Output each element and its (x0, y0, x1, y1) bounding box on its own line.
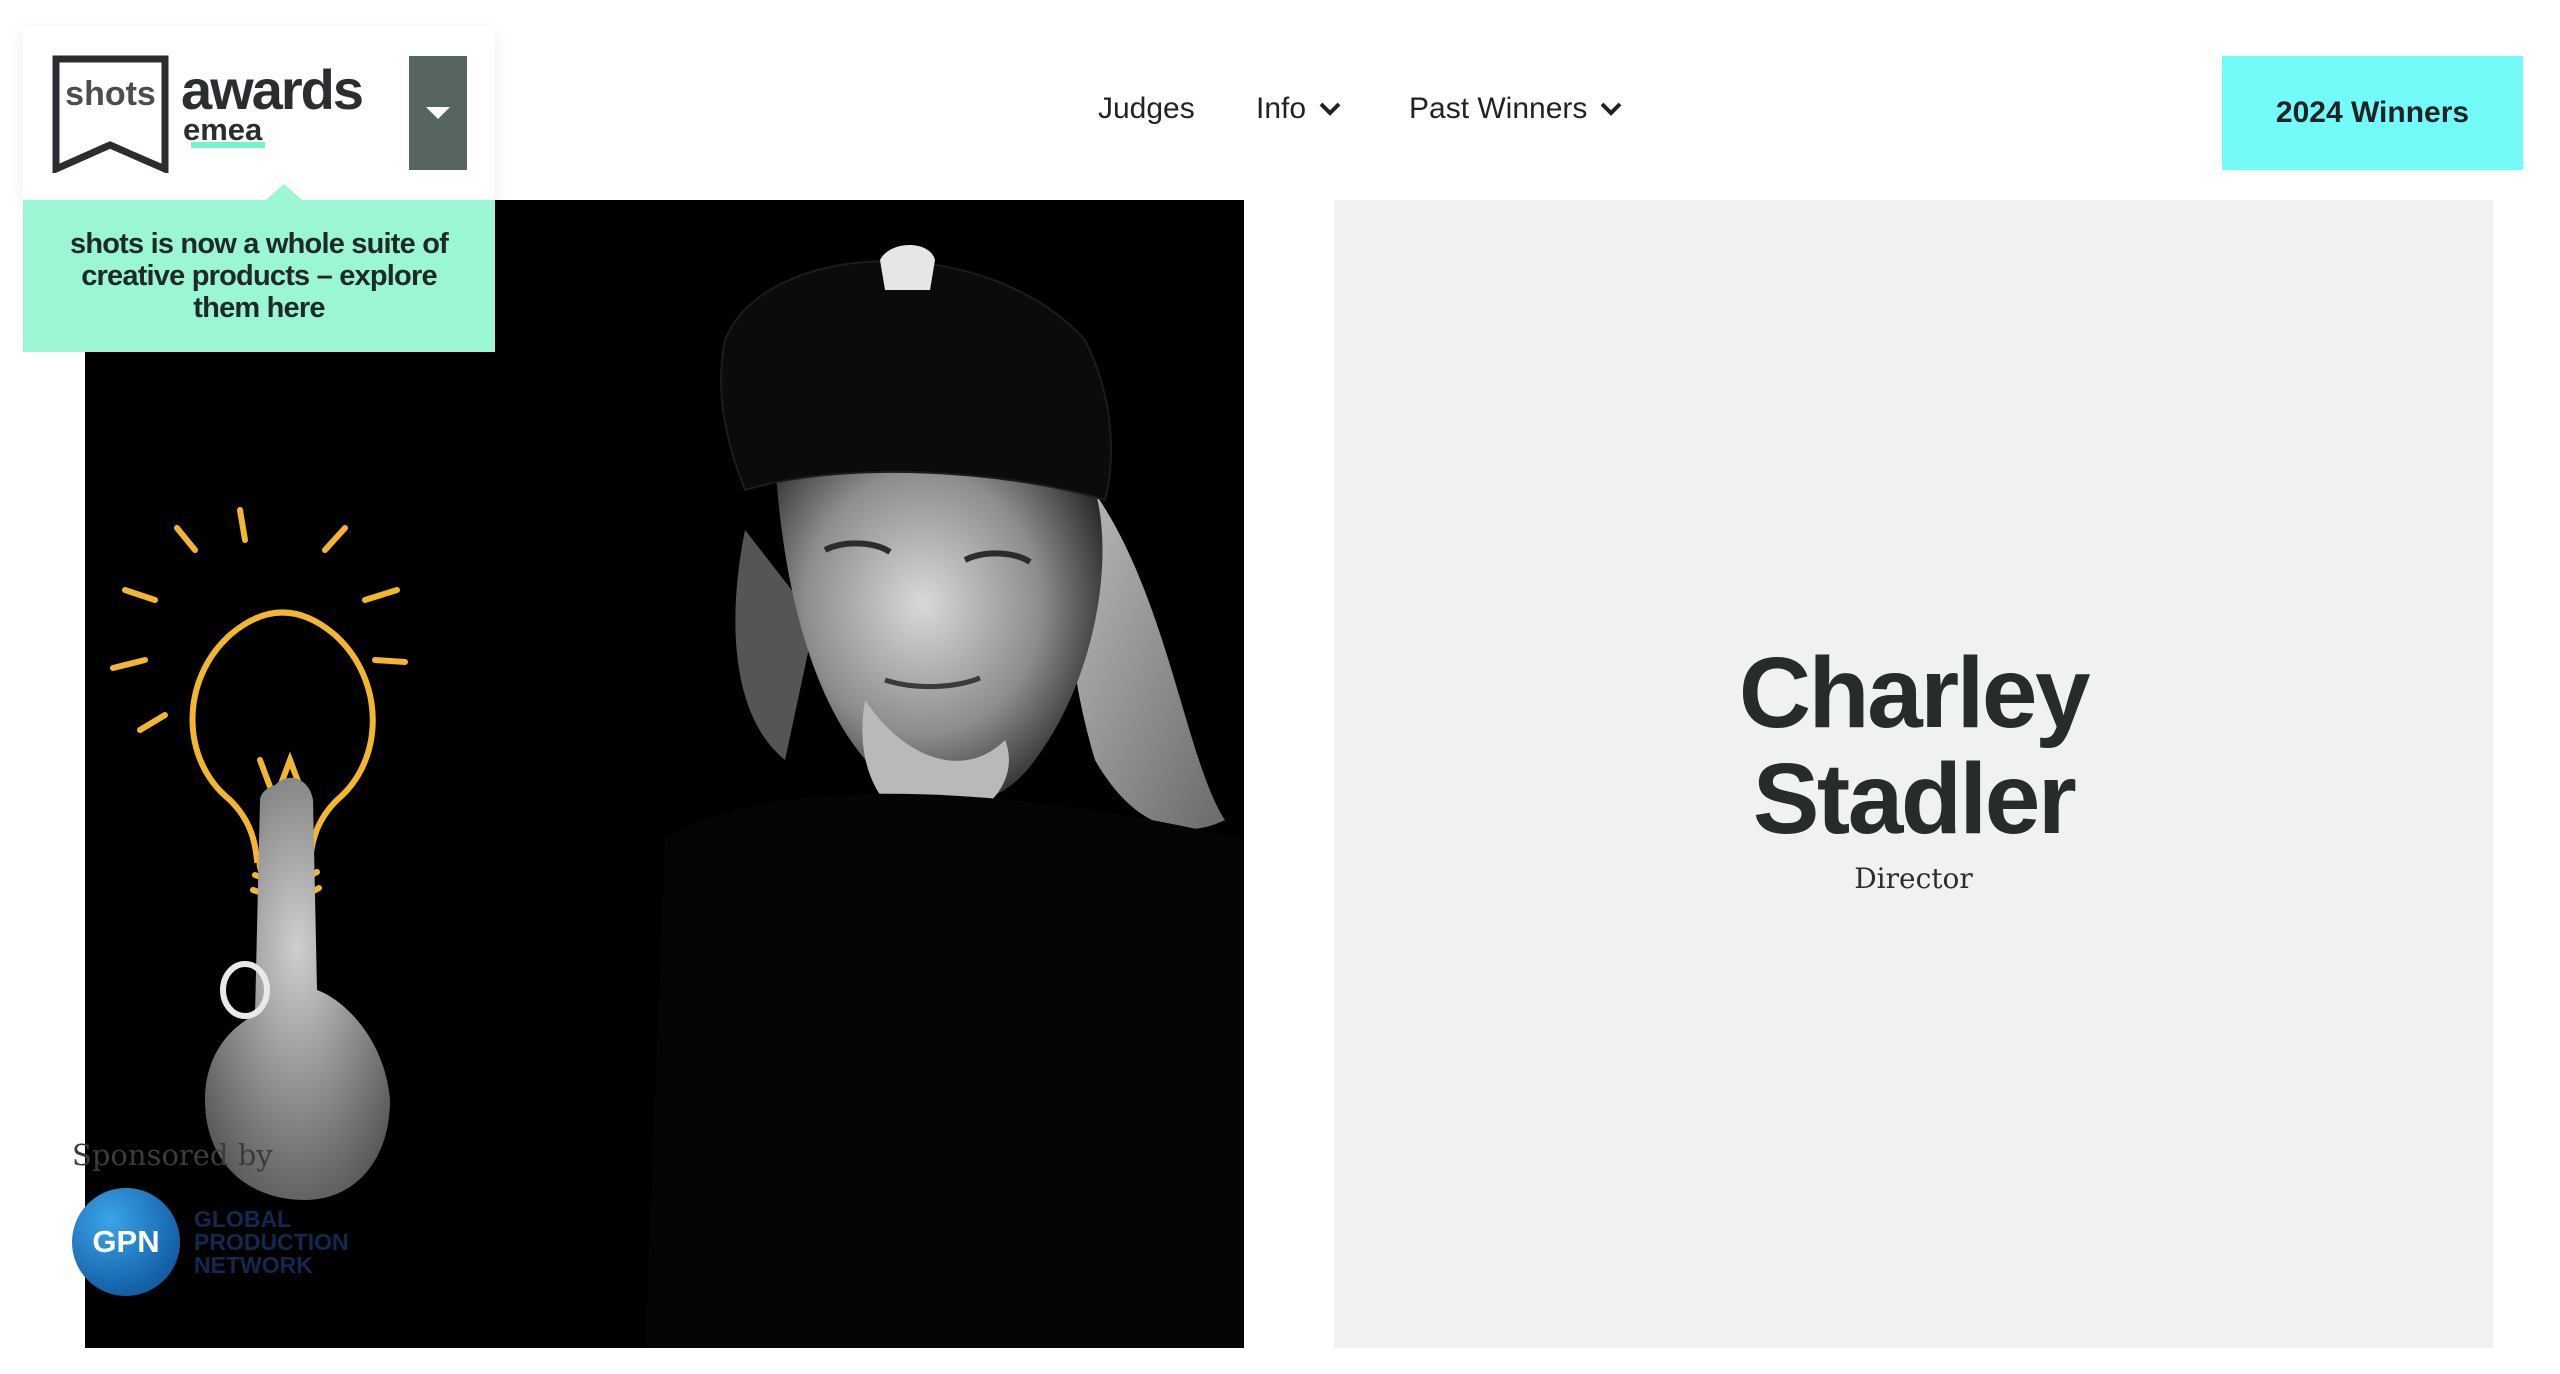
logo-shots-text: shots (65, 74, 156, 113)
gpn-badge: GPN (72, 1188, 180, 1296)
gpn-word: NETWORK (194, 1251, 313, 1278)
winners-2024-button[interactable]: 2024 Winners (2222, 56, 2523, 170)
portrait-illustration (110, 245, 1244, 1348)
gpn-word: GLOBAL (194, 1205, 292, 1232)
nav-judges-label: Judges (1098, 92, 1195, 125)
winners-2024-label: 2024 Winners (2275, 96, 2470, 129)
judge-name-card: Charley Stadler Director (1334, 200, 2493, 1348)
judge-last-name: Stadler (1752, 743, 2077, 855)
shots-logo[interactable]: shots (52, 55, 173, 175)
judge-role: Director (1854, 862, 1973, 895)
sponsor-logo[interactable]: GPN GLOBAL PRODUCTION NETWORK (72, 1188, 349, 1296)
chevron-down-icon (1600, 102, 1622, 116)
chevron-down-icon (1319, 102, 1341, 116)
nav-past-winners[interactable]: Past Winners (1409, 92, 1623, 126)
logo-awards-text: awards (181, 58, 364, 121)
nav-judges[interactable]: Judges (1098, 92, 1195, 126)
gpn-word: PRODUCTION (194, 1228, 349, 1255)
promo-pointer (266, 184, 302, 200)
products-promo-banner[interactable]: shots is now a whole suite of creative p… (23, 184, 495, 352)
nav-past-winners-label: Past Winners (1409, 92, 1588, 125)
gpn-wordmark: GLOBAL PRODUCTION NETWORK (194, 1205, 349, 1278)
caret-down-icon (426, 107, 450, 119)
promo-text: shots is now a whole suite of creative p… (69, 228, 449, 324)
judge-name: Charley Stadler (1334, 640, 2493, 852)
judge-first-name: Charley (1738, 637, 2091, 749)
nav-info-label: Info (1256, 92, 1307, 125)
brand-panel: shots awards emea (23, 26, 495, 200)
nav-info[interactable]: Info (1256, 92, 1342, 126)
judge-photo (85, 200, 1244, 1348)
brand-menu-toggle[interactable] (409, 56, 467, 170)
logo-emea-text: emea (183, 112, 263, 147)
sponsor-label: Sponsored by (72, 1138, 273, 1172)
